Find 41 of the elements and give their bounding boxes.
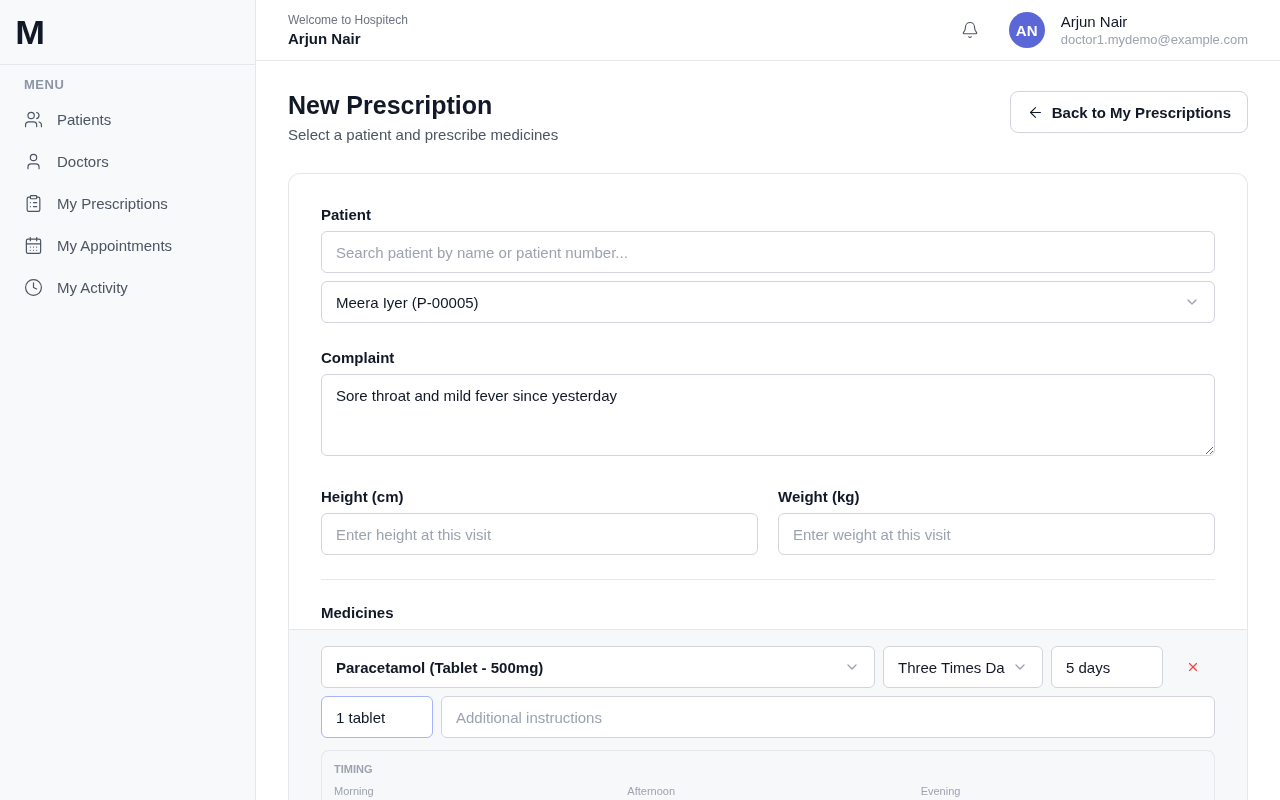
field-label: Weight (kg)	[778, 488, 861, 505]
patient-select[interactable]: Meera Iyer (P-00005)	[321, 281, 1215, 323]
section-label: Medicines	[321, 604, 395, 621]
sidebar-item[interactable]: My Prescriptions	[0, 182, 255, 224]
complaint-field[interactable]: Sore throat and mild fever since yesterday	[321, 374, 1215, 456]
instructions-field[interactable]: Additional instructions	[441, 696, 1215, 738]
sidebar-item[interactable]: My Activity	[0, 266, 255, 308]
user-name: Arjun Nair	[1060, 13, 1129, 30]
logo: M	[15, 12, 43, 52]
sidebar-item[interactable]: Patients	[0, 98, 255, 140]
user-email: doctor1.mydemo@example.com	[1060, 32, 1248, 47]
duration-field[interactable]: 5 days	[1051, 646, 1163, 688]
avatar[interactable]: AN	[1008, 12, 1045, 48]
clipboard-icon	[24, 193, 43, 213]
bell-icon	[960, 21, 979, 39]
user-icon	[24, 151, 43, 171]
users-icon	[24, 109, 43, 129]
field-label: Height (cm)	[321, 488, 405, 505]
page-title: New Prescription	[288, 91, 494, 120]
welcome-text: Welcome to Hospitech	[288, 13, 408, 27]
medicine-select[interactable]: Paracetamol (Tablet - 500mg)	[321, 646, 875, 688]
timing-heading: TIMING	[334, 763, 374, 775]
back-button[interactable]: Back to My Prescriptions	[1009, 91, 1248, 133]
timing-label: Afternoon	[627, 785, 677, 797]
sidebar-item[interactable]: My Appointments	[0, 224, 255, 266]
sidebar-item[interactable]: Doctors	[0, 140, 255, 182]
timing-label: Morning	[334, 785, 375, 797]
close-icon	[1186, 660, 1200, 674]
timing-label: Evening	[920, 785, 962, 797]
patient-search-field[interactable]: Search patient by name or patient number...	[321, 231, 1215, 273]
page-subtitle: Select a patient and prescribe medicines	[288, 126, 559, 143]
weight-field[interactable]: Enter weight at this visit	[778, 513, 1215, 555]
menu-heading: MENU	[23, 76, 66, 94]
dose-field[interactable]: 1 tablet	[321, 696, 433, 738]
height-field[interactable]: Enter height at this visit	[321, 513, 758, 555]
user-name: Arjun Nair	[288, 30, 362, 47]
field-label: Patient	[321, 206, 372, 223]
frequency-select[interactable]: Three Times Da	[883, 646, 1043, 688]
field-label: Complaint	[321, 349, 396, 366]
clock-icon	[24, 277, 43, 297]
calendar-icon	[24, 235, 43, 255]
